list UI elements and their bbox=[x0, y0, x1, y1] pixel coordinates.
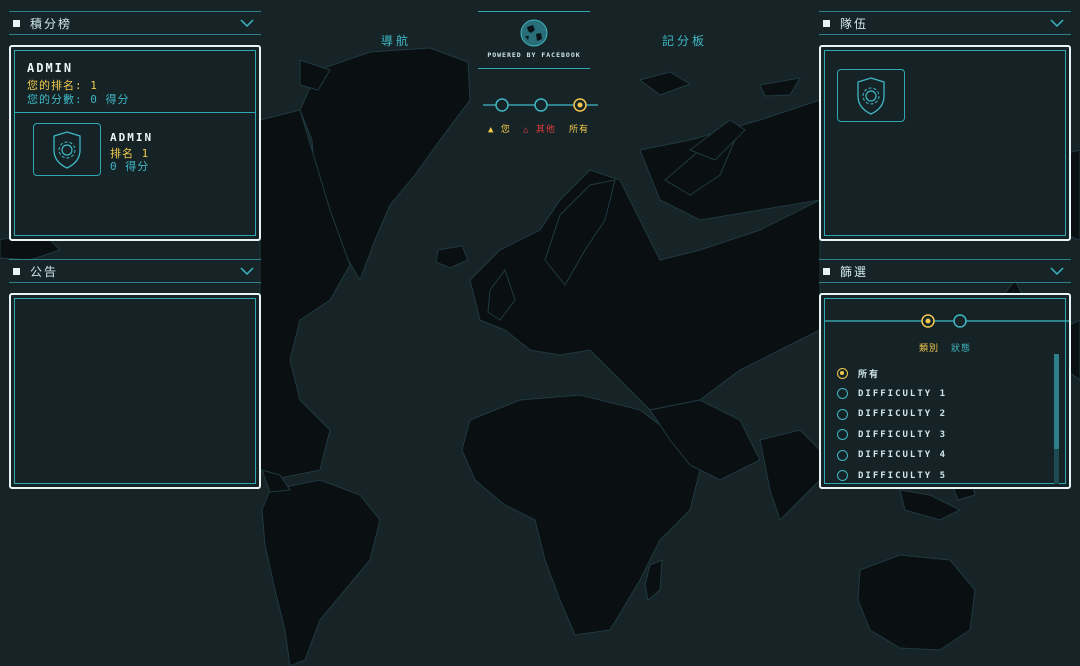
shield-gear-icon bbox=[857, 77, 885, 115]
view-slider[interactable] bbox=[483, 96, 598, 114]
filter-option[interactable]: 所有 bbox=[837, 363, 947, 384]
chevron-down-icon[interactable] bbox=[239, 15, 255, 31]
radio-icon[interactable] bbox=[837, 470, 848, 482]
filter-inner: 類別 狀態 所有 DIFFICULTY 1 DIFFICULTY 2 DIFFI… bbox=[824, 298, 1069, 486]
legend-all: 所有 bbox=[569, 122, 589, 135]
leaderboard-title: 積分榜 bbox=[30, 16, 73, 31]
teams-panel bbox=[819, 45, 1071, 241]
scrollbar-thumb[interactable] bbox=[1054, 354, 1059, 449]
globe-icon bbox=[519, 18, 549, 48]
leaderboard-header[interactable]: 積分榜 bbox=[9, 11, 261, 35]
tab-category-label[interactable]: 類別 bbox=[919, 341, 939, 354]
filter-option-label: DIFFICULTY 4 bbox=[858, 450, 948, 461]
filter-tab-slider[interactable] bbox=[825, 305, 1069, 345]
team-logo[interactable] bbox=[33, 123, 101, 176]
announcements-inner bbox=[14, 298, 256, 484]
nav-scoreboard-link[interactable]: 記分板 bbox=[662, 32, 707, 49]
radio-icon[interactable] bbox=[837, 388, 848, 400]
leaderboard-panel: ADMIN 您的排名: 1 您的分數: 0 得分 ADMIN 排名 1 0 得分 bbox=[9, 45, 261, 241]
triangle-outline-icon: △ bbox=[523, 125, 530, 135]
leaderboard-inner: ADMIN 您的排名: 1 您的分數: 0 得分 ADMIN 排名 1 0 得分 bbox=[14, 50, 256, 236]
current-user-score: 您的分數: 0 得分 bbox=[27, 93, 130, 106]
powered-by-label: POWERED BY FACEBOOK bbox=[487, 51, 581, 59]
shield-gear-icon bbox=[53, 131, 81, 169]
filter-option-label: DIFFICULTY 1 bbox=[858, 388, 948, 399]
legend-others: △ 其他 bbox=[523, 122, 556, 135]
radio-icon[interactable] bbox=[837, 408, 848, 420]
chevron-down-icon[interactable] bbox=[239, 263, 255, 279]
square-icon bbox=[823, 19, 830, 27]
filter-option[interactable]: DIFFICULTY 2 bbox=[837, 404, 947, 425]
triangle-filled-icon: ▲ bbox=[488, 125, 495, 135]
team-logo[interactable] bbox=[837, 69, 905, 122]
legend-all-label: 所有 bbox=[569, 125, 590, 135]
filter-option-label: DIFFICULTY 3 bbox=[858, 429, 948, 440]
current-user-name: ADMIN bbox=[27, 61, 74, 75]
slider-stop-others[interactable] bbox=[534, 98, 548, 112]
filter-option-label: DIFFICULTY 2 bbox=[858, 409, 948, 420]
divider bbox=[478, 68, 590, 69]
filter-option[interactable]: DIFFICULTY 4 bbox=[837, 445, 947, 466]
filter-option[interactable]: DIFFICULTY 5 bbox=[837, 466, 947, 487]
teams-header[interactable]: 隊伍 bbox=[819, 11, 1071, 35]
leaderboard-entry-name: ADMIN bbox=[110, 131, 154, 144]
legend-you: ▲ 您 bbox=[488, 122, 511, 135]
square-icon bbox=[13, 19, 20, 27]
teams-inner bbox=[824, 50, 1066, 236]
filter-panel: 類別 狀態 所有 DIFFICULTY 1 DIFFICULTY 2 DIFFI… bbox=[819, 293, 1071, 489]
square-icon bbox=[13, 267, 20, 275]
chevron-down-icon[interactable] bbox=[1049, 263, 1065, 279]
divider bbox=[478, 11, 590, 12]
leaderboard-entry-score: 0 得分 bbox=[110, 160, 150, 173]
filter-header[interactable]: 篩選 bbox=[819, 259, 1071, 283]
radio-icon[interactable] bbox=[837, 429, 848, 441]
divider bbox=[15, 112, 255, 113]
filter-option-label: 所有 bbox=[858, 369, 881, 380]
radio-selected-icon[interactable] bbox=[837, 367, 848, 379]
announcements-header[interactable]: 公告 bbox=[9, 259, 261, 283]
announcements-title: 公告 bbox=[30, 264, 59, 279]
filter-options: 所有 DIFFICULTY 1 DIFFICULTY 2 DIFFICULTY … bbox=[837, 363, 947, 486]
filter-option[interactable]: DIFFICULTY 1 bbox=[837, 384, 947, 405]
filter-title: 篩選 bbox=[840, 264, 869, 279]
chevron-down-icon[interactable] bbox=[1049, 15, 1065, 31]
filter-option[interactable]: DIFFICULTY 3 bbox=[837, 425, 947, 446]
radio-icon[interactable] bbox=[837, 449, 848, 461]
announcements-panel bbox=[9, 293, 261, 489]
square-icon bbox=[823, 267, 830, 275]
tab-status[interactable] bbox=[953, 314, 967, 328]
filter-option-label: DIFFICULTY 5 bbox=[858, 470, 948, 481]
nav-navigation-link[interactable]: 導航 bbox=[381, 32, 411, 49]
slider-stop-you[interactable] bbox=[495, 98, 509, 112]
legend-others-label: 其他 bbox=[535, 125, 556, 135]
tab-status-label[interactable]: 狀態 bbox=[951, 341, 971, 354]
teams-title: 隊伍 bbox=[840, 16, 869, 31]
legend-you-label: 您 bbox=[500, 125, 511, 135]
